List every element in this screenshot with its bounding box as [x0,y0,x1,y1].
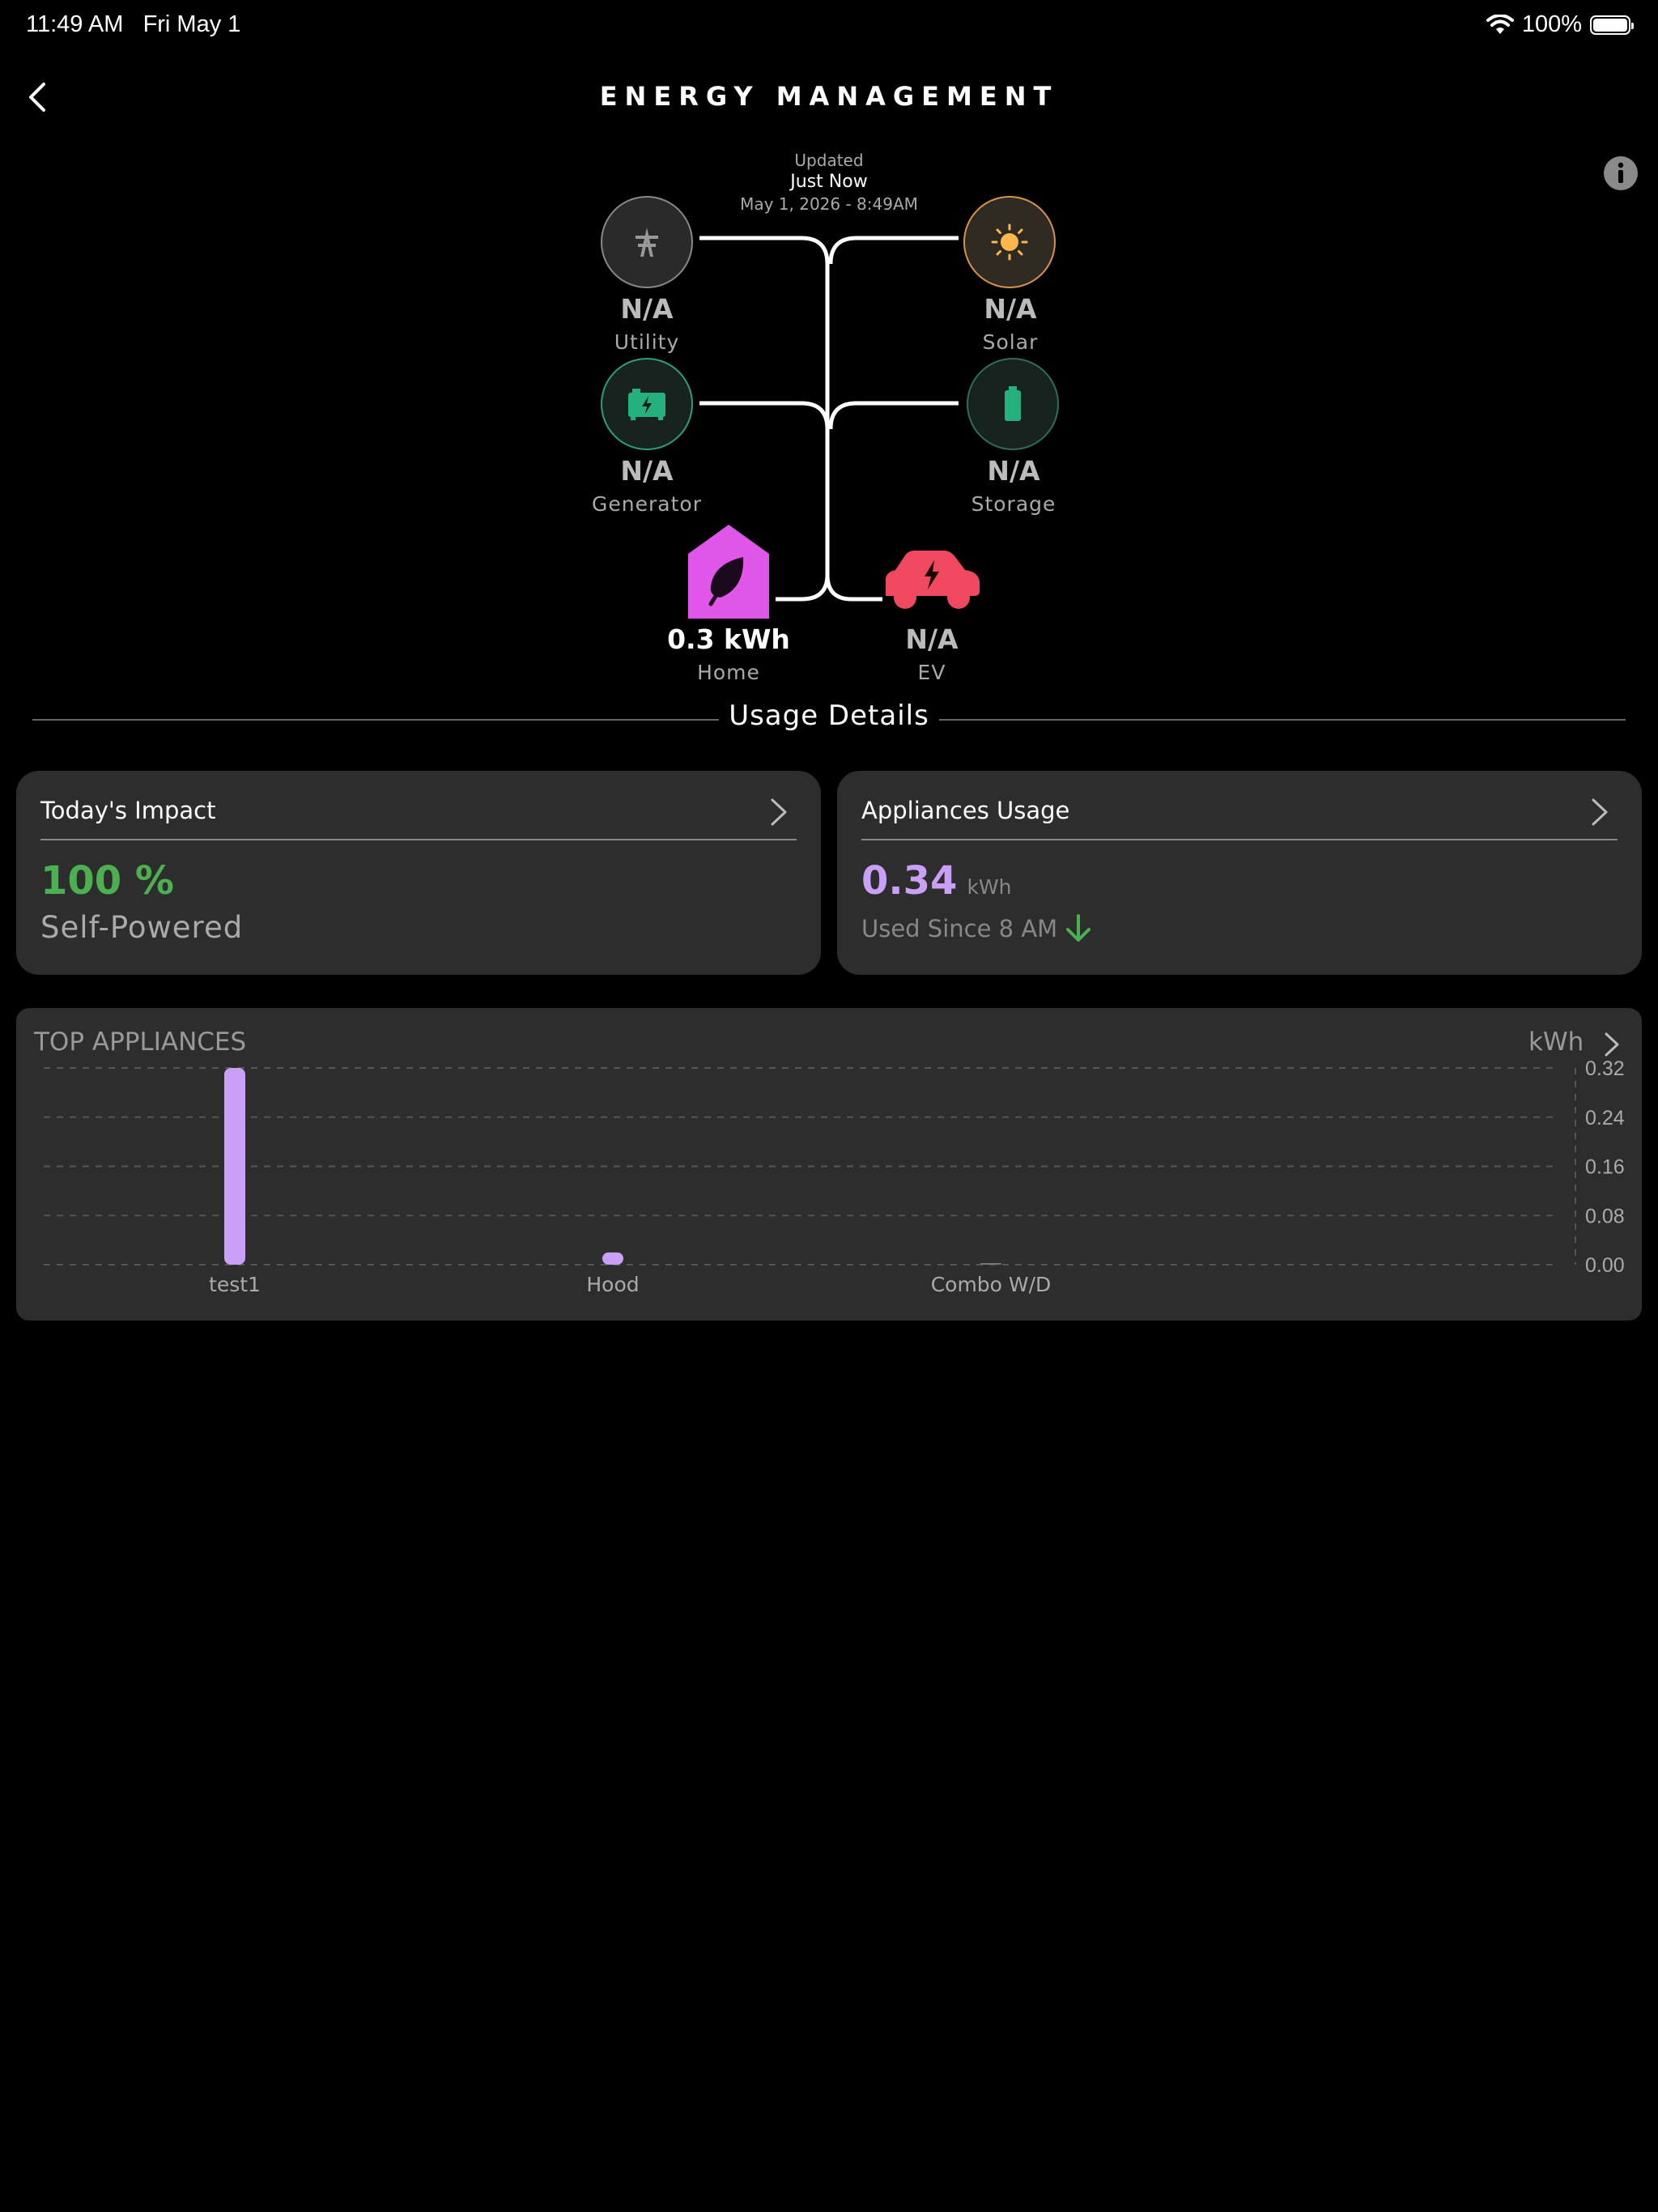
utility-tower-icon [636,228,658,257]
y-tick-label: 0.08 [1585,1205,1625,1227]
home-leaf-icon [688,525,769,619]
generator-label: Generator [592,492,702,516]
appliances-usage-row: 0.34 kWh [861,858,1011,904]
x-tick-label: Combo W/D [931,1273,1052,1296]
ev-value: N/A [905,623,959,655]
todays-impact-card[interactable]: Today's Impact 100 % Self-Powered [16,771,821,975]
chevron-right-icon [1592,798,1608,826]
x-tick-label: test1 [209,1273,261,1296]
appliances-usage-title: Appliances Usage [861,797,1070,824]
home-node[interactable] [687,523,771,620]
generator-icon [628,389,665,420]
top-appliances-card[interactable]: TOP APPLIANCES kWh 0.32 0.24 0.16 0.08 0.00 t… [16,1008,1642,1321]
appliances-usage-value: 0.34 [861,858,958,904]
ev-label: EV [917,661,946,684]
generator-node[interactable] [601,358,693,450]
battery-storage-icon [1005,386,1021,421]
bar-chart: 0.32 0.24 0.16 0.08 0.00 test1 Hood Combo W/D [44,1057,1625,1296]
bar-combo-w-d[interactable] [980,1263,1001,1265]
utility-label: Utility [614,330,680,354]
card-divider [40,839,797,840]
chevron-right-icon [771,798,787,826]
bar-test1[interactable] [224,1068,245,1265]
arrow-down-icon [1066,914,1091,942]
generator-value: N/A [620,455,674,487]
y-tick-label: 0.24 [1585,1107,1625,1129]
solar-label: Solar [982,330,1039,354]
appliances-usage-unit: kWh [967,875,1012,899]
solar-node[interactable] [963,196,1056,288]
bar-hood[interactable] [602,1252,623,1265]
appliances-usage-card[interactable]: Appliances Usage 0.34 kWh Used Since 8 A… [837,771,1642,975]
y-tick-label: 0.00 [1585,1254,1625,1277]
storage-node[interactable] [967,358,1059,450]
card-divider [861,839,1618,840]
storage-label: Storage [971,492,1056,516]
todays-impact-title: Today's Impact [40,797,216,824]
self-powered-percent: 100 % [40,858,174,904]
x-tick-label: Hood [586,1273,639,1296]
ev-car-icon [886,551,980,609]
utility-node[interactable] [601,196,693,288]
self-powered-caption: Self-Powered [40,910,244,945]
appliances-usage-caption-row: Used Since 8 AM [861,913,1093,944]
y-tick-label: 0.16 [1585,1156,1625,1179]
appliances-usage-caption: Used Since 8 AM [861,915,1058,942]
y-tick-label: 0.32 [1585,1057,1625,1080]
ev-node[interactable] [881,549,983,610]
storage-value: N/A [987,455,1040,487]
sun-icon [991,223,1028,261]
usage-details-title: Usage Details [729,700,929,732]
energy-flow-lines [699,236,959,602]
solar-value: N/A [984,293,1037,325]
utility-value: N/A [620,293,674,325]
